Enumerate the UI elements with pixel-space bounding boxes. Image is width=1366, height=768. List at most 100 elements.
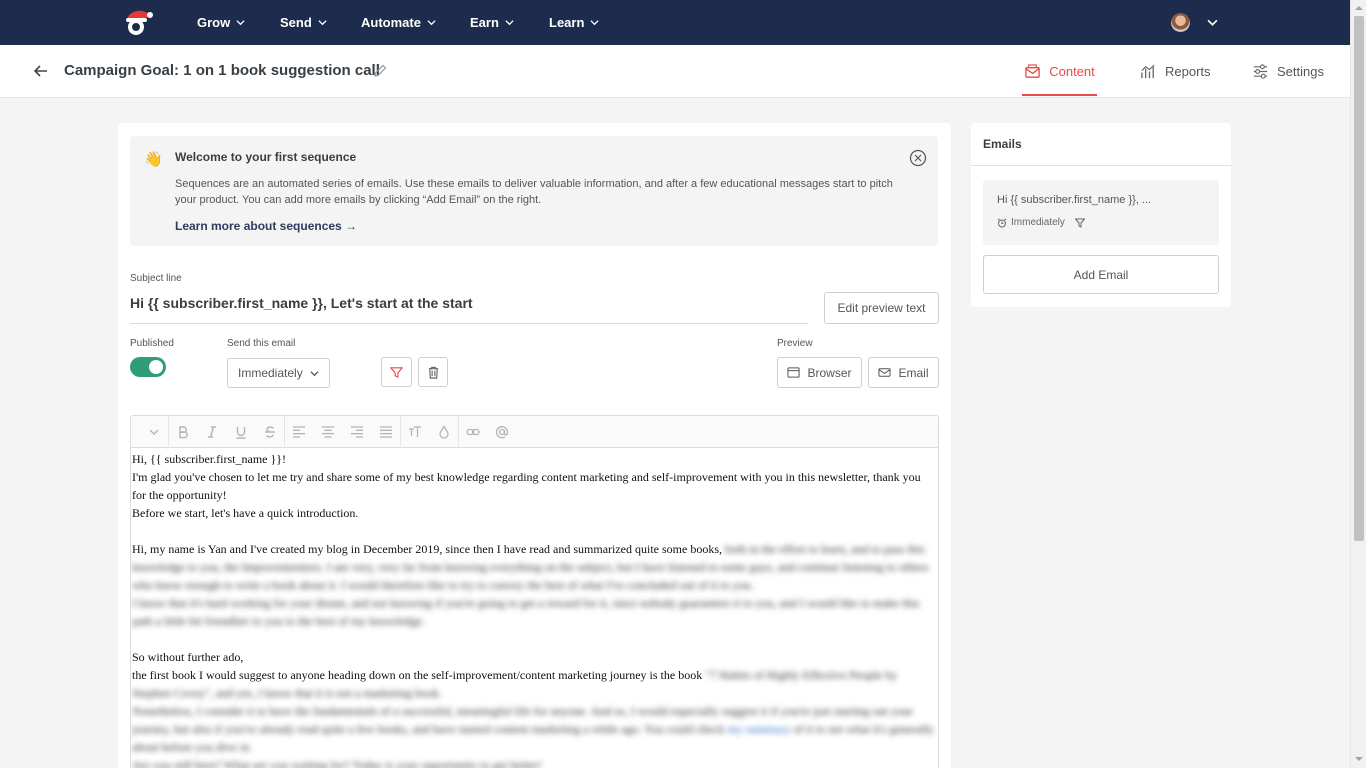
underline-button[interactable] [226, 416, 255, 448]
chevron-down-icon [590, 20, 599, 26]
sequence-editor-card: 👋 Welcome to your first sequence Sequenc… [118, 123, 951, 768]
preview-email-button[interactable]: Email [868, 357, 939, 388]
font-size-button[interactable] [400, 416, 429, 448]
divider [971, 165, 1231, 166]
italic-button[interactable] [197, 416, 226, 448]
filter-icon [390, 366, 403, 378]
chevron-down-icon[interactable] [1207, 17, 1218, 28]
envelope-icon [1025, 63, 1040, 78]
chart-line-icon [1141, 63, 1155, 78]
blurred-paragraph: Nonetheless, I consider it to have the f… [132, 704, 934, 754]
send-email-label: Send this email [227, 338, 296, 349]
text-color-button[interactable] [429, 416, 458, 448]
body-paragraph: So without further ado, [132, 650, 244, 664]
scroll-down-arrow-icon[interactable] [1355, 755, 1363, 763]
filter-icon [1074, 218, 1085, 228]
filter-button[interactable] [381, 357, 412, 387]
italic-icon [207, 425, 216, 438]
browser-window-icon [787, 367, 801, 378]
published-label: Published [130, 338, 174, 349]
strikethrough-icon [264, 425, 275, 438]
mention-button[interactable] [487, 416, 516, 448]
body-book-text: the first book I would suggest to anyone… [132, 668, 703, 682]
nav-send[interactable]: Send [280, 0, 327, 45]
close-icon[interactable] [909, 149, 927, 167]
email-body-content[interactable]: Hi, {{ subscriber.first_name }}! I'm gla… [131, 448, 938, 768]
edit-preview-text-label: Edit preview text [837, 301, 926, 315]
preview-browser-button[interactable]: Browser [777, 357, 862, 388]
body-paragraph-partially-blurred: the first book I would suggest to anyone… [132, 666, 937, 702]
align-justify-icon [379, 425, 392, 438]
tab-content[interactable]: Content [1022, 45, 1097, 97]
page-scrollbar[interactable] [1350, 0, 1366, 768]
link-button[interactable] [458, 416, 487, 448]
chevron-down-icon [318, 20, 327, 26]
santa-logo-icon[interactable] [121, 7, 153, 37]
envelope-icon [878, 368, 892, 377]
learn-more-link[interactable]: Learn more about sequences → [175, 219, 357, 233]
nav-automate[interactable]: Automate [361, 0, 436, 45]
text-size-icon [409, 425, 421, 437]
link-icon [466, 428, 480, 435]
send-timing-select[interactable]: Immediately [227, 358, 330, 388]
align-right-icon [350, 425, 363, 438]
chevron-down-icon [505, 20, 514, 26]
email-subject: Hi {{ subscriber.first_name }}, ... [997, 194, 1152, 206]
nav-learn-label: Learn [549, 15, 585, 30]
pencil-icon[interactable] [373, 64, 387, 78]
strikethrough-button[interactable] [255, 416, 284, 448]
welcome-text: Sequences are an automated series of ema… [175, 178, 893, 206]
chevron-down-icon [310, 370, 319, 376]
nav-send-label: Send [280, 15, 312, 30]
waving-hand-icon: 👋 [144, 151, 163, 168]
published-toggle[interactable] [130, 357, 166, 377]
bold-button[interactable] [168, 416, 197, 448]
align-justify-button[interactable] [371, 416, 400, 448]
subject-line-label: Subject line [130, 273, 182, 284]
body-intro-text: Hi, my name is Yan and I've created my b… [132, 542, 722, 556]
delete-button[interactable] [418, 357, 448, 387]
add-email-label: Add Email [1073, 267, 1129, 282]
email-timing: Immediately [1011, 217, 1065, 228]
trash-icon [428, 366, 438, 379]
emails-panel: Emails Hi {{ subscriber.first_name }}, .… [971, 123, 1231, 307]
body-blank-line [132, 630, 937, 648]
align-left-button[interactable] [284, 416, 313, 448]
scrollbar-thumb[interactable] [1354, 16, 1364, 541]
tab-settings-label: Settings [1277, 63, 1324, 79]
underline-icon [236, 426, 245, 439]
preview-email-label: Email [898, 365, 929, 380]
nav-grow[interactable]: Grow [197, 0, 245, 45]
email-list-item[interactable]: Hi {{ subscriber.first_name }}, ... Imme… [983, 180, 1219, 245]
page-title: Campaign Goal: 1 on 1 book suggestion ca… [64, 62, 380, 79]
emails-panel-title: Emails [983, 137, 1022, 151]
send-timing-value: Immediately [238, 366, 303, 380]
nav-learn[interactable]: Learn [549, 0, 599, 45]
nav-earn[interactable]: Earn [470, 0, 514, 45]
body-paragraph-partially-blurred: Hi, my name is Yan and I've created my b… [132, 540, 937, 594]
align-right-button[interactable] [342, 416, 371, 448]
add-email-button[interactable]: Add Email [983, 255, 1219, 294]
align-center-button[interactable] [313, 416, 342, 448]
bold-icon [179, 425, 188, 438]
tab-reports[interactable]: Reports [1140, 45, 1211, 97]
edit-preview-text-button[interactable]: Edit preview text [824, 292, 939, 324]
tab-reports-label: Reports [1165, 63, 1211, 79]
back-arrow-icon[interactable] [33, 63, 49, 79]
nav-automate-label: Automate [361, 15, 421, 30]
body-greeting: Hi, {{ subscriber.first_name }}! [132, 452, 287, 466]
tab-settings[interactable]: Settings [1252, 45, 1324, 97]
block-type-dropdown[interactable] [139, 416, 168, 448]
preview-browser-label: Browser [807, 365, 852, 380]
blurred-paragraph: I know that it's hard working for your d… [132, 596, 920, 628]
scroll-up-arrow-icon[interactable] [1355, 4, 1363, 12]
avatar[interactable] [1171, 13, 1190, 32]
top-nav: Grow Send Automate Earn Learn [0, 0, 1350, 45]
welcome-banner: 👋 Welcome to your first sequence Sequenc… [130, 136, 938, 246]
subject-line-input[interactable]: Hi {{ subscriber.first_name }}, Let's st… [130, 292, 808, 324]
page-header: Campaign Goal: 1 on 1 book suggestion ca… [0, 45, 1350, 98]
align-center-icon [321, 425, 334, 438]
body-paragraph: I'm glad you've chosen to let me try and… [132, 470, 921, 502]
email-body-editor[interactable]: Hi, {{ subscriber.first_name }}! I'm gla… [130, 415, 939, 768]
email-meta: Immediately [997, 217, 1085, 228]
